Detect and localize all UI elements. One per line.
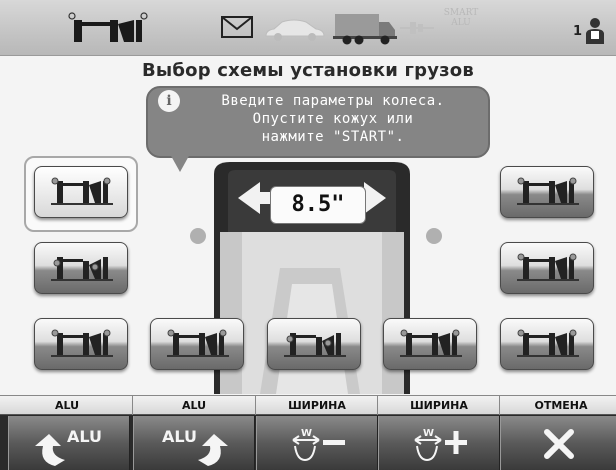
screen-title: Выбор схемы установки грузов [142, 60, 474, 81]
width-decrease-icon: W [292, 428, 345, 462]
scheme-dyn-icon [50, 177, 114, 206]
rim-width-value[interactable]: 8.5" [270, 186, 366, 224]
cancel-icon [544, 429, 574, 459]
alu-previous-button[interactable]: ALU [8, 416, 130, 470]
info-line-1: Введите параметры колеса. [221, 93, 445, 109]
balancer-logo-icon [68, 12, 148, 42]
car-icon[interactable] [262, 16, 326, 42]
width-decrease-text: W [301, 428, 312, 439]
scheme-button-alu5[interactable] [150, 318, 244, 370]
alu-next-button[interactable]: ALU [133, 416, 255, 470]
user-number: 1 [573, 24, 583, 39]
smart-alu-icon[interactable] [400, 20, 434, 36]
width-increase-icon: W [414, 428, 467, 462]
scheme-alu1-icon [516, 177, 580, 206]
weight-position-left-icon [190, 228, 206, 244]
scheme-button-alu7[interactable] [383, 318, 477, 370]
width-increase-button[interactable]: W [378, 416, 500, 470]
weight-position-right-icon [426, 228, 442, 244]
alu-previous-text: ALU [67, 427, 102, 446]
info-line-2: Опустите кожух или [252, 111, 414, 127]
fkey-5-label: ОТМЕНА [534, 399, 588, 412]
cancel-button[interactable] [500, 416, 616, 470]
scheme-button-alu8[interactable] [500, 318, 594, 370]
width-increase-text: W [423, 428, 434, 439]
user-icon[interactable] [584, 16, 606, 46]
smart-label-line-1: SMART [443, 8, 479, 18]
scheme-button-alu4[interactable] [34, 318, 128, 370]
scheme-button-alu1[interactable] [500, 166, 594, 218]
scheme-alu3-icon [516, 253, 580, 282]
scheme-alu7-icon [399, 329, 463, 358]
envelope-icon[interactable] [220, 14, 254, 40]
smart-alu-label: SMART ALU [436, 8, 486, 28]
fkey-3-label: ШИРИНА [288, 399, 346, 412]
fkey-2-label: ALU [181, 399, 207, 412]
scheme-alu4-icon [50, 329, 114, 358]
info-message: Введите параметры колеса. Опустите кожух… [180, 92, 486, 146]
scheme-alu2-icon [50, 256, 114, 282]
truck-icon[interactable] [333, 10, 397, 46]
fkey-4-label: ШИРИНА [410, 399, 468, 412]
scheme-alu6-icon [283, 332, 347, 358]
scheme-alu5-icon [166, 329, 230, 358]
scheme-button-alu3[interactable] [500, 242, 594, 294]
scheme-button-alu6[interactable] [267, 318, 361, 370]
scheme-button-alu2[interactable] [34, 242, 128, 294]
alu-previous-icon: ALU [35, 427, 102, 466]
width-decrease-button[interactable]: W [256, 416, 378, 470]
info-icon: i [158, 90, 180, 112]
smart-label-line-2: ALU [451, 18, 471, 28]
top-bar: SMART ALU 1 [0, 0, 616, 56]
info-line-3: нажмите "START". [261, 129, 405, 145]
alu-next-icon: ALU [162, 427, 228, 466]
fkey-1-label: ALU [54, 399, 80, 412]
alu-next-text: ALU [162, 427, 197, 446]
scheme-button-dyn[interactable] [34, 166, 128, 218]
balancer-screen: SMART ALU 1 Выбор схемы установки грузов… [0, 0, 616, 470]
scheme-alu8-icon [516, 329, 580, 358]
